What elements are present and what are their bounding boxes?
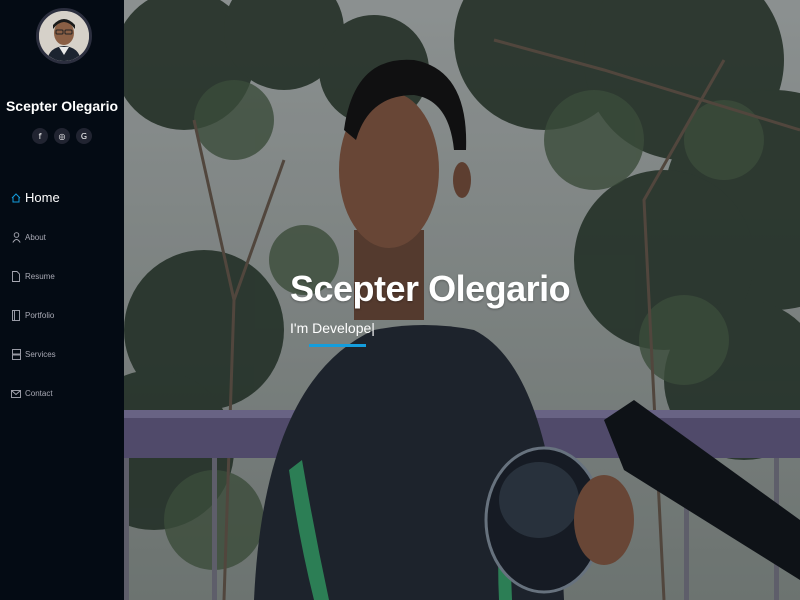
book-icon	[11, 310, 21, 322]
nav-item-services[interactable]: Services	[0, 335, 124, 374]
hero-section: Scepter Olegario I'm Develope|	[124, 0, 800, 600]
social-links: f ◎ G	[32, 128, 92, 144]
google-icon[interactable]: G	[76, 128, 92, 144]
person-icon	[11, 232, 21, 244]
nav-label-home: Home	[25, 190, 60, 205]
nav-label-contact: Contact	[25, 389, 53, 398]
nav-label-about: About	[25, 233, 46, 242]
file-icon	[11, 271, 21, 283]
facebook-icon[interactable]: f	[32, 128, 48, 144]
hero-typed-subtitle: I'm Develope|	[290, 320, 375, 336]
nav-label-portfolio: Portfolio	[25, 311, 55, 320]
nav-item-portfolio[interactable]: Portfolio	[0, 296, 124, 335]
hero-title: Scepter Olegario	[290, 268, 571, 309]
nav-label-resume: Resume	[25, 272, 55, 281]
hero-underline	[309, 344, 366, 347]
sidebar: Scepter Olegario f ◎ G Home About Resume	[0, 0, 124, 600]
server-icon	[11, 349, 21, 361]
sidebar-nav: Home About Resume Portfolio Services Con…	[0, 185, 124, 413]
nav-item-home[interactable]: Home	[0, 185, 124, 210]
nav-item-about[interactable]: About	[0, 218, 124, 257]
nav-item-resume[interactable]: Resume	[0, 257, 124, 296]
home-icon	[11, 192, 21, 204]
nav-item-contact[interactable]: Contact	[0, 374, 124, 413]
instagram-icon[interactable]: ◎	[54, 128, 70, 144]
nav-label-services: Services	[25, 350, 56, 359]
profile-name: Scepter Olegario	[5, 98, 119, 114]
profile-avatar	[36, 8, 92, 64]
envelope-icon	[11, 388, 21, 400]
